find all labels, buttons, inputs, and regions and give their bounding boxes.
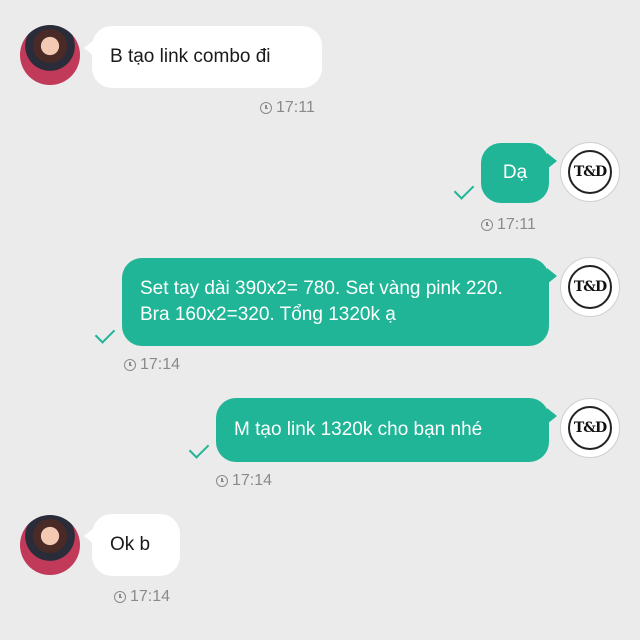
sent-check-icon — [453, 179, 475, 200]
message-timestamp: 17:11 — [260, 99, 315, 117]
clock-icon — [260, 102, 272, 114]
message-timestamp: 17:14 — [124, 356, 180, 374]
clock-icon — [481, 219, 493, 231]
clock-icon — [114, 591, 126, 603]
sent-check-icon — [94, 323, 116, 344]
clock-icon — [216, 475, 228, 487]
outgoing-message-bubble[interactable]: M tạo link 1320k cho bạn nhé — [216, 398, 557, 462]
shop-avatar[interactable]: T&D — [560, 142, 620, 202]
shop-logo-icon: T&D — [568, 265, 612, 309]
message-text: Set tay dài 390x2= 780. Set vàng pink 22… — [140, 278, 503, 325]
message-timestamp: 17:14 — [216, 472, 272, 490]
clock-icon — [124, 359, 136, 371]
customer-avatar[interactable] — [20, 515, 80, 575]
outgoing-message-bubble[interactable]: Set tay dài 390x2= 780. Set vàng pink 22… — [122, 258, 557, 346]
shop-logo-icon: T&D — [568, 150, 612, 194]
sent-check-icon — [188, 438, 210, 459]
message-text: M tạo link 1320k cho bạn nhé — [234, 419, 483, 440]
shop-logo-icon: T&D — [568, 406, 612, 450]
message-text: Dạ — [502, 162, 528, 183]
message-text: Ok b — [110, 534, 151, 555]
message-text: B tạo link combo đi — [110, 46, 271, 67]
message-timestamp: 17:14 — [114, 588, 170, 606]
shop-avatar[interactable]: T&D — [560, 257, 620, 317]
incoming-message-bubble[interactable]: Ok b — [84, 514, 180, 576]
message-timestamp: 17:11 — [481, 216, 536, 234]
incoming-message-bubble[interactable]: B tạo link combo đi — [84, 26, 322, 88]
customer-avatar[interactable] — [20, 25, 80, 85]
shop-avatar[interactable]: T&D — [560, 398, 620, 458]
outgoing-message-bubble[interactable]: Dạ — [481, 143, 557, 203]
